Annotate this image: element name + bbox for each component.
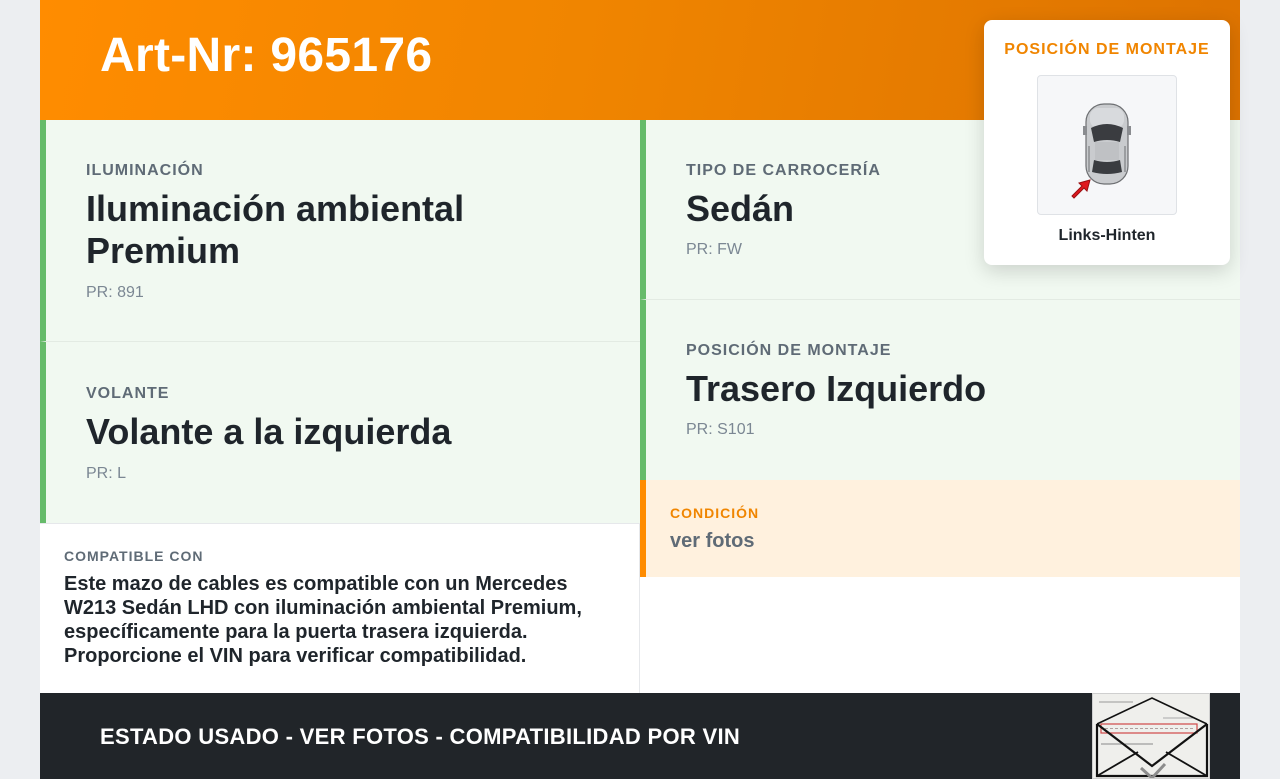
compatibility-section: COMPATIBLE CON Este mazo de cables es co… — [64, 548, 624, 668]
popup-caption: Links-Hinten — [1058, 227, 1156, 244]
footer-text: ESTADO USADO - VER FOTOS - COMPATIBILIDA… — [100, 724, 741, 749]
envelope-icon — [1093, 694, 1209, 778]
article-number-title: Art-Nr: 965176 — [100, 29, 433, 82]
spec-pr-code: PR: L — [86, 465, 127, 482]
car-position-image — [1037, 75, 1177, 215]
spec-value: Volante a la izquierda — [86, 411, 452, 452]
spec-value: Iluminación ambiental Premium — [86, 188, 465, 271]
mount-position-popup: POSICIÓN DE MONTAJE Links-Hinten — [984, 20, 1230, 265]
spec-pr-code: PR: 891 — [86, 284, 144, 301]
footer-bar: ESTADO USADO - VER FOTOS - COMPATIBILIDA… — [40, 693, 1240, 779]
spec-label: TIPO DE CARROCERÍA — [686, 162, 881, 179]
spec-label: VOLANTE — [86, 385, 170, 402]
divider — [40, 523, 640, 524]
spec-card-mount-position: POSICIÓN DE MONTAJE Trasero Izquierdo PR… — [640, 300, 1240, 480]
spec-pr-code: PR: FW — [686, 241, 742, 258]
spec-card-steering: VOLANTE Volante a la izquierda PR: L — [40, 342, 640, 523]
popup-title: POSICIÓN DE MONTAJE — [1004, 41, 1210, 58]
spec-label: POSICIÓN DE MONTAJE — [686, 342, 892, 359]
spec-value: Sedán — [686, 188, 795, 229]
compatibility-text: Este mazo de cables es compatible con un… — [64, 573, 582, 667]
condition-label: CONDICIÓN — [670, 505, 760, 521]
part-label-photo[interactable] — [1092, 693, 1210, 779]
condition-value: ver fotos — [670, 530, 755, 552]
condition-card: CONDICIÓN ver fotos — [640, 480, 1240, 577]
spec-label: ILUMINACIÓN — [86, 162, 204, 179]
product-sheet: Art-Nr: 965176 ILUMINACIÓN Iluminación a… — [40, 0, 1240, 779]
spec-card-lighting: ILUMINACIÓN Iluminación ambiental Premiu… — [40, 120, 640, 342]
car-top-view-icon — [1071, 103, 1131, 199]
spec-value: Trasero Izquierdo — [686, 368, 987, 409]
spec-pr-code: PR: S101 — [686, 421, 755, 438]
compatibility-label: COMPATIBLE CON — [64, 548, 204, 564]
